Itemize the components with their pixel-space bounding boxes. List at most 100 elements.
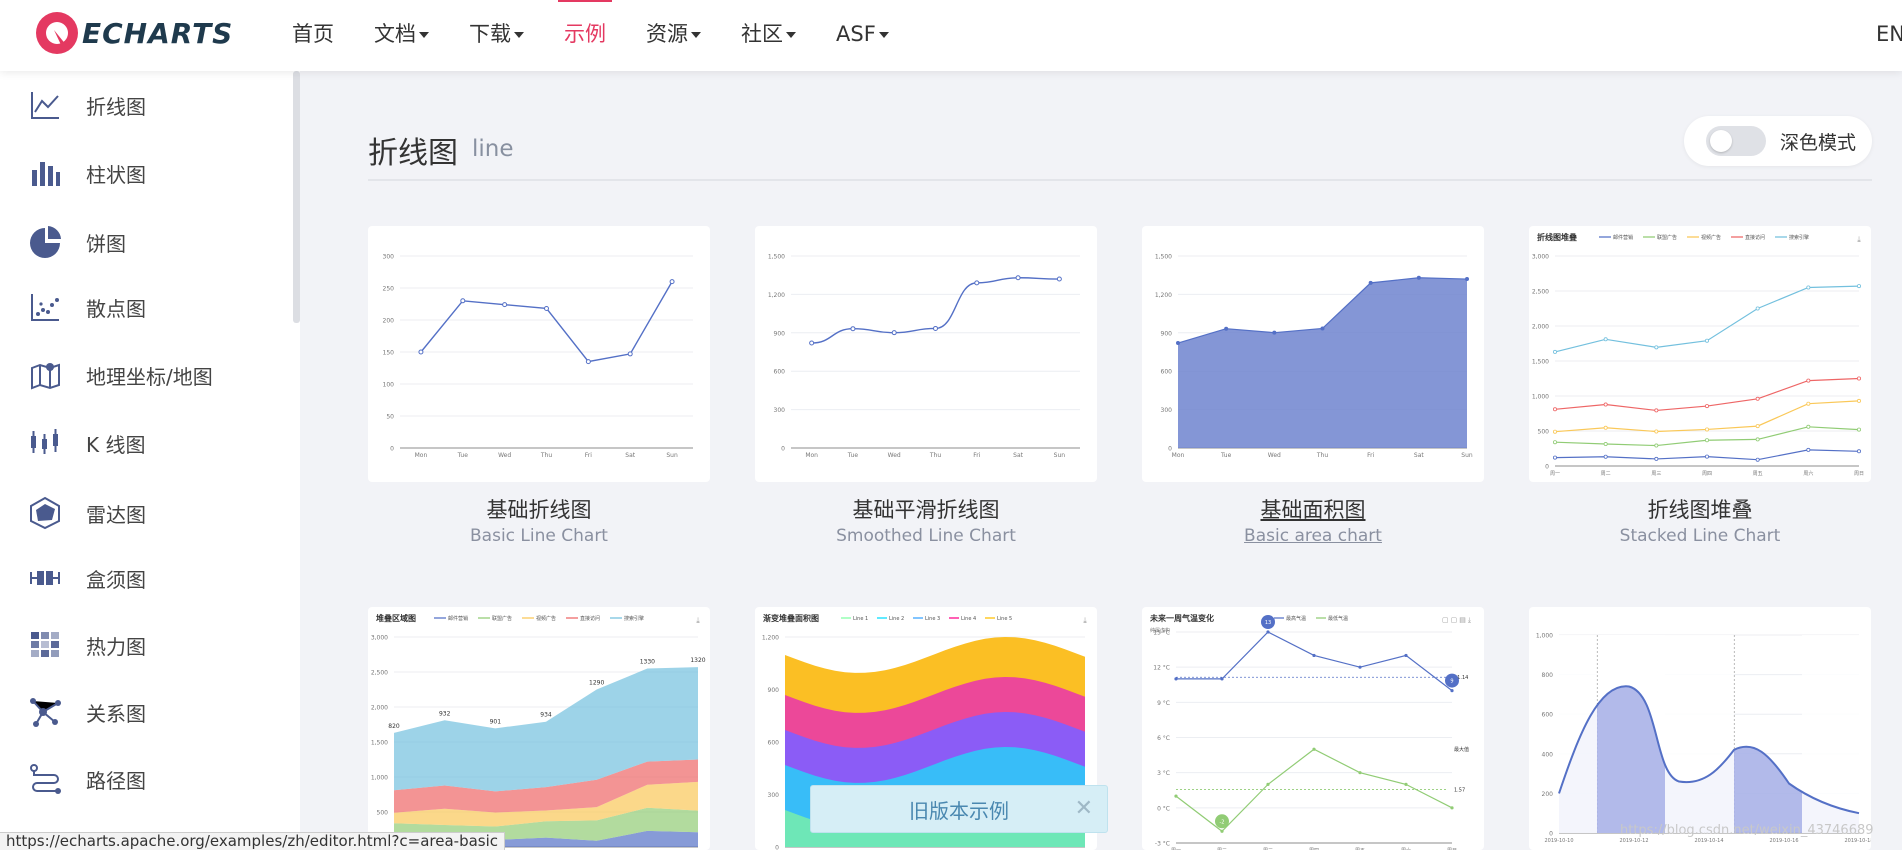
language-switch[interactable]: EN <box>1876 22 1902 46</box>
card-subtitle[interactable]: Smoothed Line Chart <box>755 526 1097 546</box>
tick-label: 周一 <box>1550 471 1560 477</box>
candlestick-icon <box>31 429 58 454</box>
tick-label: 1,000 <box>1532 394 1549 401</box>
tick-label: 600 <box>1542 712 1554 719</box>
sidebar-item-bar-chart[interactable]: 柱状图 <box>28 153 146 193</box>
data-point <box>1856 398 1861 403</box>
example-card-stacked-line[interactable]: 折线图堆叠 邮件营销 联盟广告 视频广告 直接访问 搜索引擎 ⤓ 0 500 1,000 1,500… <box>1529 226 1871 482</box>
nav-item-5[interactable]: 社区 <box>721 0 816 71</box>
sidebar-item-scatter-chart[interactable]: 散点图 <box>28 287 146 327</box>
top-navbar: ECHARTS 首页 文档 下载 示例 资源 社区 ASF EN <box>0 0 1902 71</box>
data-point <box>1755 437 1760 442</box>
tick-label: Tue <box>1220 452 1232 459</box>
tick-label: 1,200 <box>762 635 779 642</box>
example-card-smoothed-line[interactable]: 0 300 600 900 1,200 1,500 Mon Tue Wed Thu Fri Sat Su… <box>755 226 1097 482</box>
data-point <box>1755 306 1760 311</box>
data-point <box>809 340 815 346</box>
data-label: 934 <box>540 712 552 719</box>
scatter-chart-icon <box>31 294 59 321</box>
chevron-down-icon <box>691 32 701 38</box>
tick-label: 250 <box>383 286 395 293</box>
avg-label: 1.57 <box>1454 787 1465 793</box>
chart-type-sidebar: 折线图柱状图饼图散点图地理坐标/地图 K 线图雷达图盒须图热力图关系图路径图 <box>0 71 300 850</box>
close-icon[interactable]: ✕ <box>1075 796 1093 821</box>
band-mask <box>1802 635 1859 833</box>
sidebar-item-radar[interactable]: 雷达图 <box>28 493 146 533</box>
card-subtitle[interactable]: Stacked Line Chart <box>1529 526 1871 546</box>
nav-item-0[interactable]: 首页 <box>272 0 354 71</box>
example-card-basic-line[interactable]: 0 50 100 150 200 250 300 Mon Tue Wed Thu Fri Sat Sun <box>368 226 710 482</box>
tick-label: 1,500 <box>768 254 785 261</box>
old-version-examples-banner[interactable]: 旧版本示例 ✕ <box>810 785 1108 833</box>
tick-label: 1,500 <box>1532 359 1549 366</box>
card-title[interactable]: 折线图堆叠 <box>1529 494 1871 524</box>
card-title[interactable]: 基础面积图 <box>1142 494 1484 524</box>
marker-label: 13 <box>1265 620 1271 626</box>
nav-item-label: 社区 <box>741 22 783 46</box>
dark-mode-switch[interactable] <box>1706 126 1766 156</box>
marker-label: -2 <box>1220 819 1225 825</box>
sidebar-item-graph[interactable]: 关系图 <box>28 692 146 732</box>
nav-item-label: 下载 <box>469 22 511 46</box>
sidebar-item-pie-chart[interactable]: 饼图 <box>28 222 126 262</box>
nav-item-1[interactable]: 文档 <box>354 0 449 71</box>
legend-label: 联盟广告 <box>1657 234 1677 241</box>
nav-item-2[interactable]: 下载 <box>449 0 544 71</box>
tick-label: 1,000 <box>371 775 388 782</box>
example-card-stacked-area[interactable]: 堆叠区域图邮件营销联盟广告视频广告直接访问搜索引擎⤓05001,0001,500… <box>368 607 710 850</box>
tick-label: Mon <box>1172 452 1185 459</box>
sidebar-item-heatmap[interactable]: 热力图 <box>28 625 146 665</box>
stacked-area-thumbnail: 堆叠区域图邮件营销联盟广告视频广告直接访问搜索引擎⤓05001,0001,500… <box>371 613 706 850</box>
card-subtitle[interactable]: Basic Line Chart <box>368 526 710 546</box>
dark-mode-toggle[interactable]: 深色模式 <box>1684 116 1872 166</box>
data-label: 901 <box>490 718 502 725</box>
sidebar-item-label: 盒须图 <box>86 567 146 592</box>
data-point <box>1552 440 1557 445</box>
nav-item-3[interactable]: 示例 <box>544 0 626 71</box>
nav-item-6[interactable]: ASF <box>816 0 909 71</box>
tick-label: -3 °C <box>1155 841 1170 848</box>
marker-label: 9 <box>1450 679 1453 685</box>
sidebar-item-boxplot[interactable]: 盒须图 <box>28 558 146 598</box>
tick-label: 800 <box>1542 672 1554 679</box>
echarts-logo[interactable]: ECHARTS <box>34 10 233 56</box>
tick-label: Fri <box>585 452 592 459</box>
sidebar-item-map[interactable]: 地理坐标/地图 <box>28 355 213 395</box>
band-mask <box>1665 635 1734 833</box>
old-version-link[interactable]: 旧版本示例 <box>909 795 1009 824</box>
tick-label: 900 <box>1161 330 1173 337</box>
tick-label: 400 <box>1542 751 1554 758</box>
data-point <box>1856 284 1861 289</box>
map-icon <box>31 363 60 390</box>
echarts-logo-icon <box>36 12 78 54</box>
series-line <box>420 281 673 363</box>
tick-label: 0 <box>1549 831 1553 838</box>
tick-label: 0 <box>775 845 779 850</box>
legend-label: 最高气温 <box>1286 615 1306 622</box>
example-card-temperature-change[interactable]: 未来一周气温变化 纯属虚构 最高气温 最低气温 ▢▢▤⤓ -3 °C 0 °C 3 °C 6 °… <box>1142 607 1484 850</box>
example-card-area-pieces[interactable]: 0 200 400 600 800 1,000 2019-10-10 2019-10-12 20… <box>1529 607 1871 850</box>
tick-label: 3,000 <box>371 635 388 642</box>
data-point <box>1465 277 1469 282</box>
band-mask <box>1559 635 1597 833</box>
data-point <box>974 280 980 286</box>
tick-label: Fri <box>973 452 980 459</box>
card-title[interactable]: 基础平滑折线图 <box>755 494 1097 524</box>
sidebar-scrollbar[interactable] <box>293 71 300 323</box>
example-card-basic-area[interactable]: 0 300 600 900 1,200 1,500 Mon Tue Wed Thu Fri Sat Su… <box>1142 226 1484 482</box>
nav-item-4[interactable]: 资源 <box>626 0 721 71</box>
tick-label: 15 °C <box>1153 630 1170 637</box>
sidebar-item-lines[interactable]: 路径图 <box>28 759 146 799</box>
tick-label: 900 <box>774 330 786 337</box>
tick-label: 3,000 <box>1532 254 1549 261</box>
tick-label: Sat <box>1414 452 1424 459</box>
card-title[interactable]: 基础折线图 <box>368 494 710 524</box>
sidebar-item-candlestick[interactable]: K 线图 <box>28 423 145 463</box>
data-point <box>1806 401 1811 406</box>
lines-icon <box>30 764 61 794</box>
legend-label: 邮件营销 <box>448 615 468 622</box>
data-point <box>418 349 424 355</box>
tick-label: 2019-10-18 <box>1844 838 1871 844</box>
card-subtitle[interactable]: Basic area chart <box>1142 526 1484 546</box>
sidebar-item-line-chart[interactable]: 折线图 <box>28 85 146 125</box>
